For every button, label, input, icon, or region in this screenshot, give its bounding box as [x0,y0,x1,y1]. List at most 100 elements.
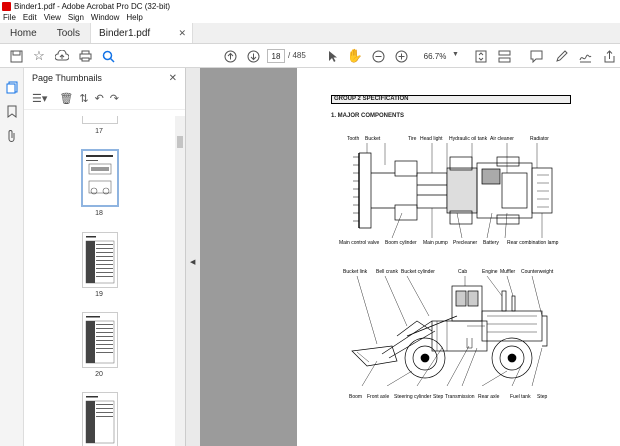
label-engine: Engine [482,269,498,275]
label-tire: Tire [408,136,417,142]
extract-pages-icon[interactable]: ⇅ [79,92,88,105]
panel-header: Page Thumbnails ✕ [24,68,185,88]
thumbnails-panel: Page Thumbnails ✕ ☰▾ 🗑 ⇅ ↶ ↷ 17 18 19 20 [24,68,186,446]
label-radiator: Radiator [530,136,549,142]
print-icon[interactable] [77,48,93,64]
thumbnail-scrollbar[interactable] [175,116,185,446]
loader-top-view-drawing [353,143,553,238]
document-viewport[interactable]: GROUP 2 SPECIFICATION 1. MAJOR COMPONENT… [200,68,620,446]
label-hydraulic-oil-tank: Hydraulic oil tank [449,136,488,142]
label-battery: Battery [483,240,499,246]
redo-icon[interactable]: ↷ [110,92,119,105]
bookmark-icon[interactable] [5,104,19,118]
tab-tools[interactable]: Tools [47,23,90,43]
save-icon[interactable] [8,48,24,64]
attachment-icon[interactable] [5,128,19,142]
label-boom: Boom [349,394,363,400]
zoom-level[interactable]: 66.7% [417,49,453,63]
scroll-mode-icon[interactable] [496,48,512,64]
thumbnail-page-17[interactable] [82,116,118,124]
thumbnail-label-18: 18 [95,210,103,217]
thumbnail-list[interactable]: 17 18 19 20 [24,116,174,446]
label-transmission: Transmission [445,394,475,400]
label-precleaner: Precleaner [453,240,478,246]
thumbnail-label-19: 19 [95,291,103,298]
label-step-front: Step [433,394,444,400]
page-total: / 485 [288,51,306,60]
label-fuel-tank: Fuel tank [510,394,531,400]
window-title: Binder1.pdf - Adobe Acrobat Pro DC (32-b… [14,1,171,11]
close-panel-icon[interactable]: ✕ [169,73,177,84]
label-bucket: Bucket [365,136,381,142]
panel-title: Page Thumbnails [32,73,102,83]
fit-page-icon[interactable] [473,48,489,64]
options-menu-icon[interactable]: ☰▾ [32,92,47,105]
menu-window[interactable]: Window [91,13,119,22]
search-icon[interactable] [100,48,116,64]
label-bell-crank: Bell crank [376,269,398,275]
menu-view[interactable]: View [44,13,61,22]
menu-bar: File Edit View Sign Window Help [0,12,620,23]
chevron-down-icon[interactable]: ▼ [452,51,459,58]
thumbnail-label-20: 20 [95,371,103,378]
tab-bar: Home Tools Binder1.pdf ✕ [0,23,620,44]
zoom-in-icon[interactable] [393,48,409,64]
trash-icon[interactable]: 🗑 [59,92,73,105]
label-boom-cylinder: Boom cylinder [385,240,417,246]
upload-icon[interactable] [54,48,70,64]
left-rail [0,68,24,446]
select-cursor-icon[interactable] [325,48,341,64]
label-tooth: Tooth [347,136,360,142]
pen-icon[interactable] [553,48,569,64]
zoom-out-icon[interactable] [370,48,386,64]
label-counterweight: Counterweight [521,269,554,275]
previous-page-icon[interactable] [222,48,238,64]
label-cab: Cab [458,269,468,275]
label-head-light: Head light [420,136,443,142]
label-bucket-cylinder: Bucket cylinder [401,269,435,275]
menu-file[interactable]: File [3,13,16,22]
thumbnail-page-18[interactable] [81,149,119,207]
star-icon[interactable]: ☆ [31,48,47,64]
tab-document-label: Binder1.pdf [99,27,151,39]
toolbar: ☆ 18 / 485 ✋ 66.7% ▼ [0,44,620,68]
label-bucket-link: Bucket link [343,269,368,275]
menu-sign[interactable]: Sign [68,13,84,22]
menu-help[interactable]: Help [126,13,142,22]
label-main-control-valve: Main control valve [339,240,380,246]
label-front-axle: Front axle [367,394,390,400]
page-number-input[interactable]: 18 [267,49,285,63]
label-rear-combination-lamp: Rear combination lamp [507,240,559,246]
thumbnail-label-17: 17 [95,128,103,135]
next-page-icon[interactable] [245,48,261,64]
close-icon[interactable]: ✕ [179,28,187,39]
tab-home[interactable]: Home [0,23,47,43]
section-title: GROUP 2 SPECIFICATION [331,95,571,104]
thumbnail-page-20[interactable] [82,312,118,368]
menu-edit[interactable]: Edit [23,13,37,22]
label-steering-cylinder: Steering cylinder [394,394,432,400]
thumbnail-page-21[interactable] [82,392,118,446]
subsection-title: 1. MAJOR COMPONENTS [331,113,405,119]
title-bar: Binder1.pdf - Adobe Acrobat Pro DC (32-b… [0,0,620,12]
sign-icon[interactable] [577,48,593,64]
undo-icon[interactable]: ↶ [95,92,104,105]
hand-tool-icon[interactable]: ✋ [347,48,363,64]
page-thumbnails-icon[interactable] [5,80,19,94]
loader-side-view-drawing [351,276,548,386]
panel-collapse-strip[interactable]: ◀ [186,68,200,446]
label-muffler: Muffler [500,269,516,275]
label-main-pump: Main pump [423,240,448,246]
label-step-rear: Step [537,394,548,400]
tab-document[interactable]: Binder1.pdf ✕ [90,23,194,43]
share-icon[interactable] [601,48,617,64]
scrollbar-thumb[interactable] [177,136,183,148]
label-rear-axle: Rear axle [478,394,500,400]
pdf-page: GROUP 2 SPECIFICATION 1. MAJOR COMPONENT… [297,68,620,446]
chevron-left-icon[interactable]: ◀ [190,258,195,266]
label-air-cleaner: Air cleaner [490,136,514,142]
thumbnail-page-19[interactable] [82,232,118,288]
comment-icon[interactable] [528,48,544,64]
panel-tools: ☰▾ 🗑 ⇅ ↶ ↷ [24,88,185,110]
acrobat-icon [2,1,11,11]
